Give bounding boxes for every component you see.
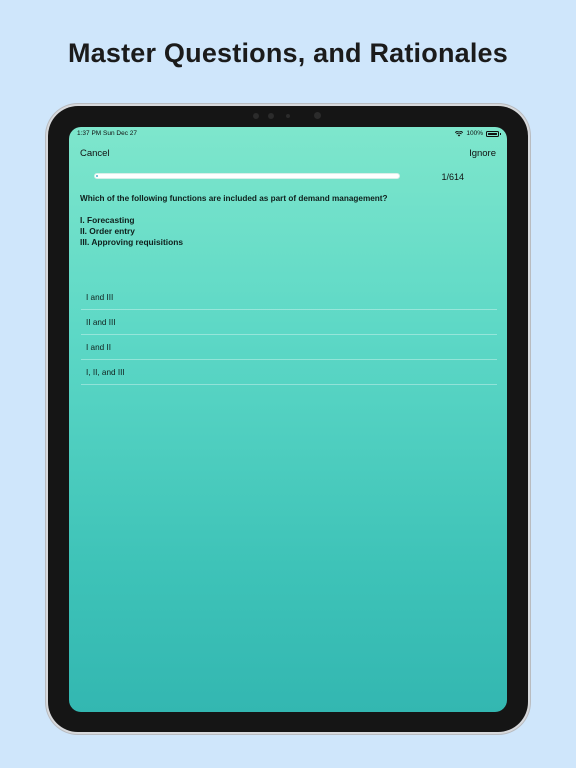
statement-item: II. Order entry (80, 226, 135, 236)
answer-list: I and III II and III I and II I, II, and… (81, 285, 497, 385)
status-bar: 1:37 PM Sun Dec 27 100% (77, 130, 501, 140)
wifi-icon (455, 130, 464, 136)
progress-fill (96, 175, 98, 177)
sensor-dot (268, 113, 274, 119)
cancel-button[interactable]: Cancel (80, 148, 110, 159)
app-screen: 1:37 PM Sun Dec 27 100% Cancel Ignore 1/… (69, 127, 507, 712)
question-text: Which of the following functions are inc… (80, 194, 388, 203)
battery-icon (486, 130, 501, 137)
battery-percent: 100% (466, 130, 483, 137)
promo-headline: Master Questions, and Rationales (67, 38, 508, 68)
answer-option[interactable]: I and II (81, 335, 497, 360)
statement-item: I. Forecasting (80, 215, 135, 225)
sensor-dot (253, 113, 259, 119)
question-counter: 1/614 (441, 172, 464, 182)
status-right: 100% (455, 130, 501, 137)
tablet-frame: 1:37 PM Sun Dec 27 100% Cancel Ignore 1/… (48, 106, 528, 732)
progress-bar (94, 173, 400, 179)
statement-item: III. Approving requisitions (80, 237, 183, 247)
ignore-button[interactable]: Ignore (469, 148, 496, 159)
question-statements: I. Forecasting II. Order entry III. Appr… (80, 215, 183, 248)
camera-icon (314, 112, 321, 119)
sensor-dot (286, 114, 290, 118)
answer-option[interactable]: I, II, and III (81, 360, 497, 385)
status-time: 1:37 PM Sun Dec 27 (77, 130, 137, 137)
answer-option[interactable]: I and III (81, 285, 497, 310)
answer-option[interactable]: II and III (81, 310, 497, 335)
